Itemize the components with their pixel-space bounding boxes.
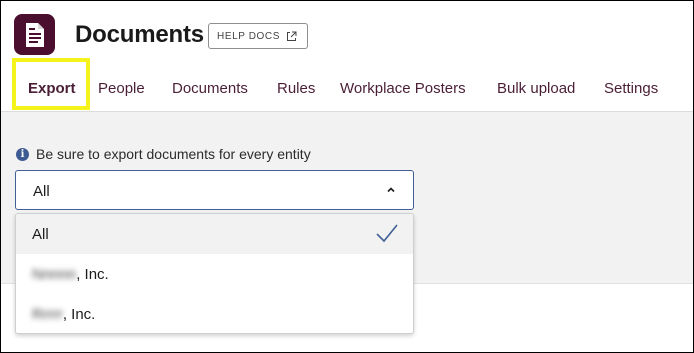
dropdown-option-entity-2[interactable]: Rrrrr, Inc. bbox=[16, 294, 413, 333]
redacted-text: Nnnnn bbox=[32, 266, 77, 283]
dropdown-option-entity-1[interactable]: Nnnnn, Inc. bbox=[16, 254, 413, 294]
tab-export[interactable]: Export bbox=[28, 80, 76, 97]
option-label: Rrrrr, Inc. bbox=[32, 306, 95, 323]
checkmark-icon bbox=[376, 224, 398, 243]
page-title: Documents bbox=[75, 21, 204, 48]
redacted-text: Rrrrr bbox=[32, 306, 63, 323]
dropdown-option-all[interactable]: All bbox=[16, 214, 413, 254]
info-text: Be sure to export documents for every en… bbox=[36, 146, 311, 162]
option-suffix: , Inc. bbox=[76, 266, 109, 283]
tab-rules[interactable]: Rules bbox=[277, 80, 315, 97]
info-icon: i bbox=[16, 147, 29, 161]
tab-bulk-upload[interactable]: Bulk upload bbox=[497, 80, 575, 97]
option-suffix: , Inc. bbox=[62, 306, 96, 323]
documents-app-icon bbox=[14, 14, 55, 55]
document-icon bbox=[25, 22, 44, 47]
entity-dropdown-menu: All Nnnnn, Inc. Rrrrr, Inc. bbox=[15, 213, 414, 334]
info-message: i Be sure to export documents for every … bbox=[16, 146, 311, 162]
external-link-icon bbox=[287, 31, 297, 41]
entity-select[interactable]: All bbox=[15, 170, 414, 210]
tab-workplace-posters[interactable]: Workplace Posters bbox=[340, 80, 466, 97]
chevron-up-icon bbox=[387, 187, 395, 193]
option-label: All bbox=[32, 226, 49, 243]
help-docs-label: HELP DOCS bbox=[217, 30, 281, 42]
tab-settings[interactable]: Settings bbox=[604, 80, 658, 97]
tab-documents[interactable]: Documents bbox=[172, 80, 248, 97]
entity-select-value: All bbox=[33, 183, 50, 200]
option-label: Nnnnn, Inc. bbox=[32, 266, 109, 283]
tab-people[interactable]: People bbox=[98, 80, 145, 97]
help-docs-button[interactable]: HELP DOCS bbox=[208, 23, 309, 49]
app-window: Documents HELP DOCS Export People Docume… bbox=[0, 0, 694, 353]
